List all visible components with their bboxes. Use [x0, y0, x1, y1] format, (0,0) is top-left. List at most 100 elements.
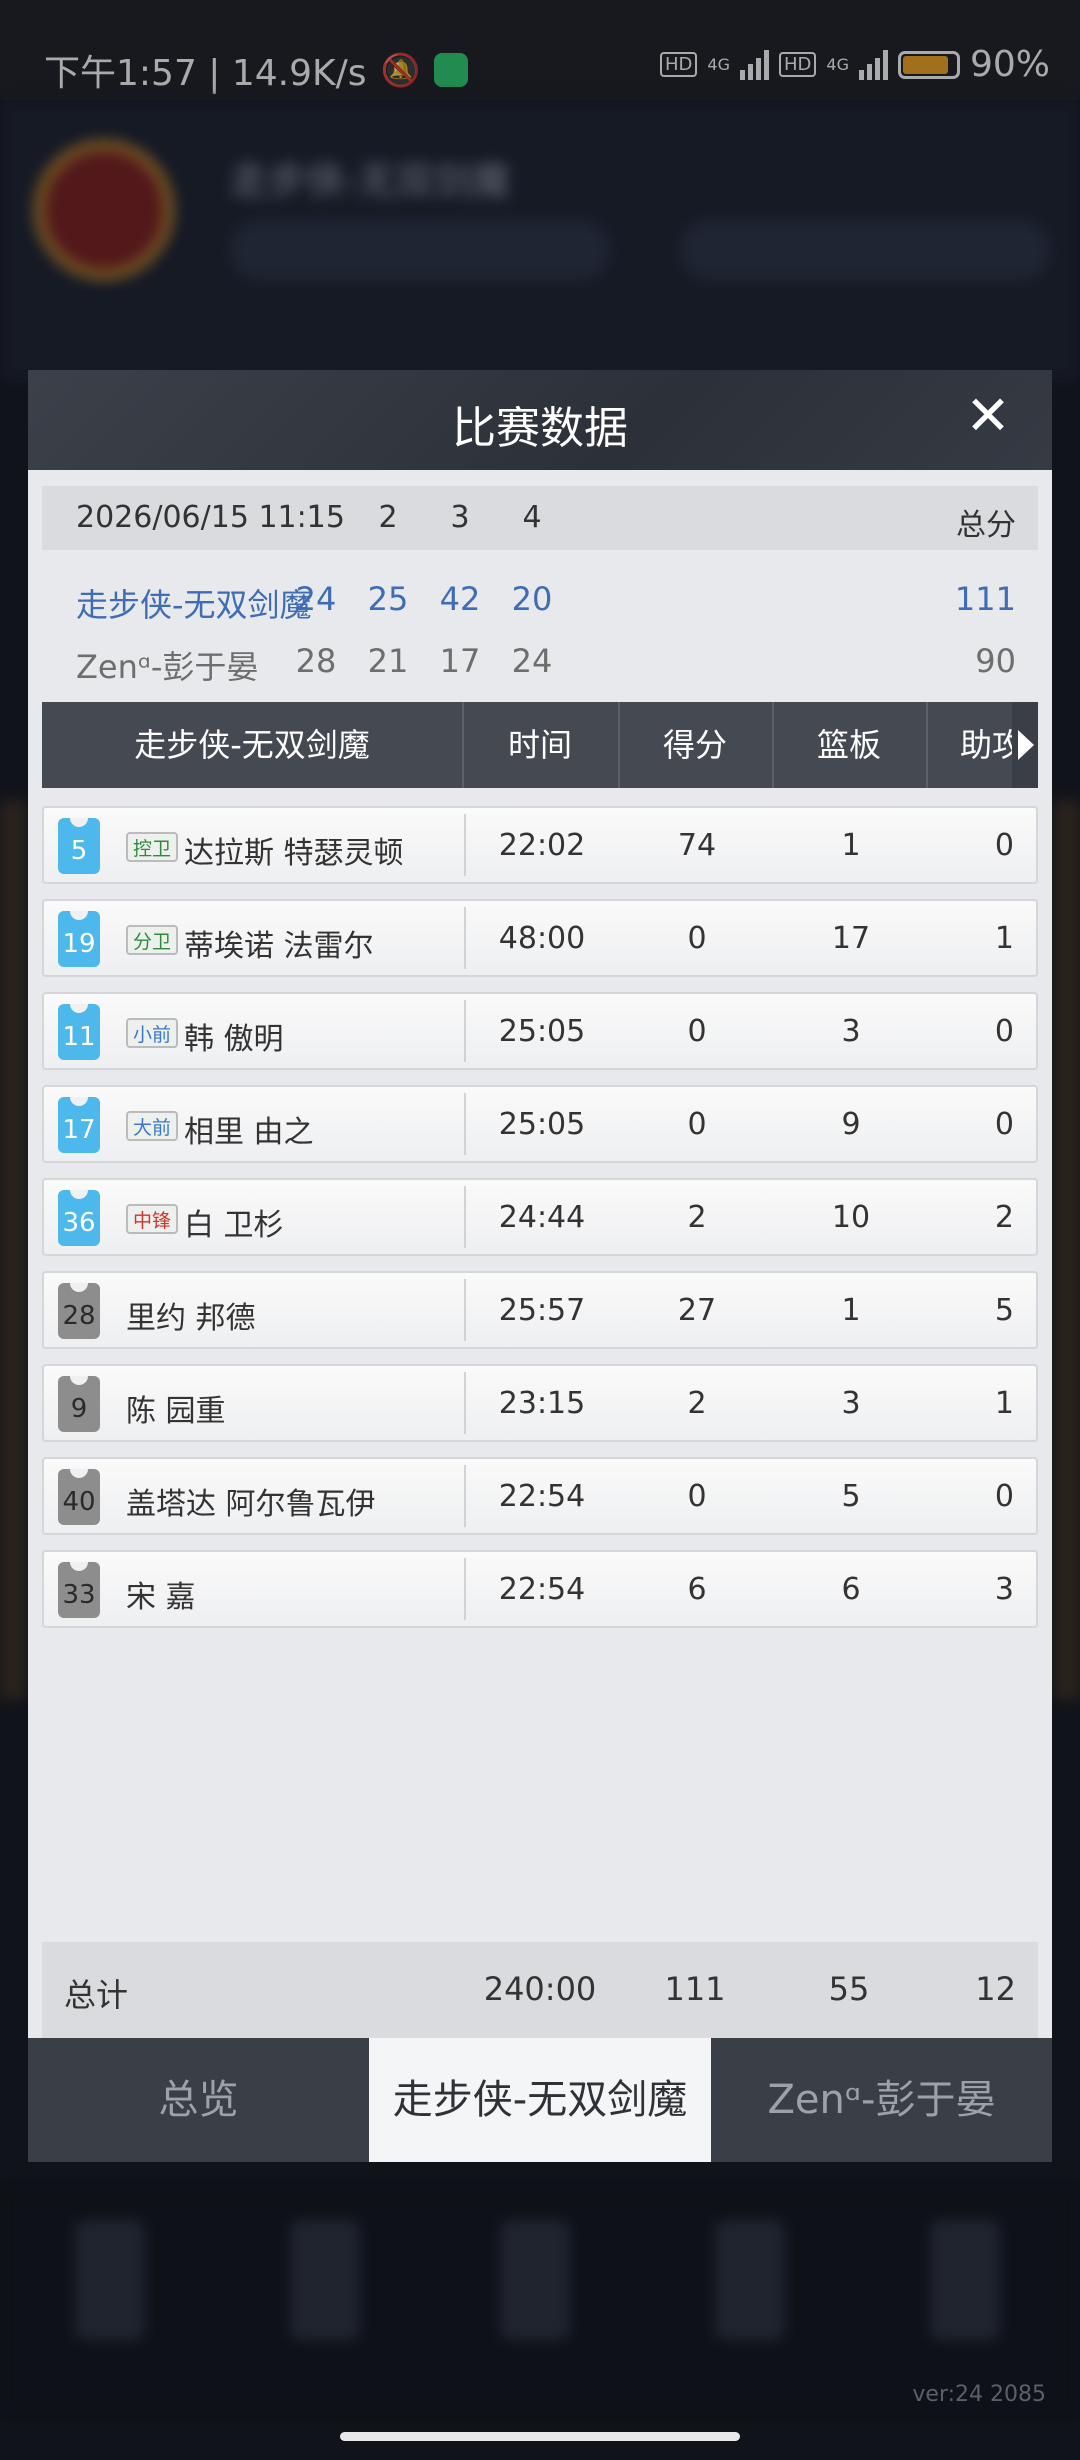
player-points: 74 [677, 828, 717, 863]
table-row[interactable]: 40 盖塔达 阿尔鲁瓦伊 22:54 0 5 0 [42, 1457, 1038, 1535]
player-rebounds: 17 [831, 921, 871, 956]
quarter-label: 4 [522, 500, 542, 535]
player-name: 韩 傲明 [184, 1022, 284, 1057]
home-indicator[interactable] [340, 2432, 740, 2441]
table-row[interactable]: 5 控卫 达拉斯 特瑟灵顿 22:02 74 1 0 [42, 806, 1038, 884]
player-assists: 1 [994, 921, 1014, 956]
home-q4: 20 [511, 580, 553, 618]
position-badge: 大前 [126, 1111, 178, 1141]
player-rebounds: 1 [841, 1293, 861, 1328]
match-stats-dialog: 比赛数据 ✕ 2026/06/15 11:15 1 2 3 4 总分 走步侠-无… [28, 370, 1052, 2162]
away-q3: 17 [439, 642, 481, 680]
player-name: 达拉斯 特瑟灵顿 [184, 836, 404, 871]
player-rebounds: 10 [831, 1200, 871, 1235]
position-badge: 中锋 [126, 1204, 178, 1234]
team-tabs: 总览 走步侠-无双剑魔 Zenᵅ-彭于晏 [28, 2038, 1052, 2162]
jersey-number-icon: 19 [58, 911, 100, 967]
player-assists: 0 [994, 1014, 1014, 1049]
column-header-time[interactable]: 时间 [462, 702, 620, 788]
totals-rebounds: 55 [828, 1970, 870, 2008]
player-rebounds: 6 [841, 1572, 861, 1607]
version-label: ver:24 2085 [912, 2382, 1046, 2407]
table-row[interactable]: 11 小前韩 傲明 25:05 0 3 0 [42, 992, 1038, 1070]
totals-row: 总计 240:00 111 55 12 [42, 1942, 1038, 2038]
home-total: 111 [954, 580, 1016, 618]
player-time: 25:05 [498, 1014, 586, 1049]
player-assists: 0 [994, 1107, 1014, 1142]
quarter-label: 1 [306, 500, 326, 535]
dialog-header: 比赛数据 ✕ [28, 370, 1052, 470]
away-total: 90 [975, 642, 1016, 680]
player-time: 25:57 [498, 1293, 586, 1328]
player-assists: 5 [994, 1293, 1014, 1328]
jersey-number-icon: 9 [58, 1376, 100, 1432]
jersey-number-icon: 28 [58, 1283, 100, 1339]
totals-assists: 12 [975, 1970, 1016, 2008]
player-time: 22:54 [498, 1572, 586, 1607]
table-row[interactable]: 28 里约 邦德 25:57 27 1 5 [42, 1271, 1038, 1349]
tab-overview[interactable]: 总览 [28, 2038, 369, 2162]
home-team-name: 走步侠-无双剑魔 [76, 586, 312, 624]
player-name: 蒂埃诺 法雷尔 [184, 929, 374, 964]
player-points: 2 [687, 1200, 707, 1235]
player-points: 0 [687, 1107, 707, 1142]
player-time: 24:44 [498, 1200, 586, 1235]
player-points: 6 [687, 1572, 707, 1607]
away-q4: 24 [511, 642, 553, 680]
player-name: 宋 嘉 [126, 1580, 196, 1615]
player-assists: 0 [994, 1479, 1014, 1514]
close-icon[interactable]: ✕ [960, 388, 1016, 444]
player-assists: 0 [994, 828, 1014, 863]
player-points: 0 [687, 1014, 707, 1049]
position-badge: 分卫 [126, 925, 178, 955]
player-rebounds: 1 [841, 828, 861, 863]
player-assists: 3 [994, 1572, 1014, 1607]
tab-away-team[interactable]: Zenᵅ-彭于晏 [711, 2038, 1052, 2162]
scoreboard-header: 2026/06/15 11:15 1 2 3 4 总分 [42, 486, 1038, 550]
player-time: 48:00 [498, 921, 586, 956]
scoreboard-home-row: 走步侠-无双剑魔 24 25 42 20 111 [42, 566, 1038, 628]
jersey-number-icon: 5 [58, 818, 100, 874]
table-row[interactable]: 33 宋 嘉 22:54 6 6 3 [42, 1550, 1038, 1628]
column-header-points[interactable]: 得分 [618, 702, 774, 788]
player-points: 0 [687, 921, 707, 956]
tab-home-team[interactable]: 走步侠-无双剑魔 [369, 2038, 711, 2162]
player-name: 相里 由之 [184, 1115, 314, 1150]
away-q2: 21 [367, 642, 409, 680]
table-row[interactable]: 9 陈 园重 23:15 2 3 1 [42, 1364, 1038, 1442]
scoreboard-away-row: Zenᵅ-彭于晏 28 21 17 24 90 [42, 628, 1038, 690]
home-q1: 24 [295, 580, 337, 618]
total-label: 总分 [956, 508, 1016, 543]
column-header-rebounds[interactable]: 篮板 [772, 702, 928, 788]
quarter-label: 3 [450, 500, 470, 535]
position-badge: 控卫 [126, 832, 178, 862]
table-row[interactable]: 17 大前 相里 由之 25:05 0 9 0 [42, 1085, 1038, 1163]
jersey-number-icon: 11 [58, 1004, 100, 1060]
scroll-right-arrow-icon[interactable] [1012, 702, 1038, 788]
player-time: 23:15 [498, 1386, 586, 1421]
player-rebounds: 5 [841, 1479, 861, 1514]
player-rebounds: 9 [841, 1107, 861, 1142]
home-q2: 25 [367, 580, 409, 618]
quarter-label: 2 [378, 500, 398, 535]
jersey-number-icon: 33 [58, 1562, 100, 1618]
player-points: 0 [687, 1479, 707, 1514]
player-assists: 1 [994, 1386, 1014, 1421]
table-row[interactable]: 19 分卫 蒂埃诺 法雷尔 48:00 0 17 1 [42, 899, 1038, 977]
player-name: 白 卫杉 [184, 1208, 284, 1243]
player-time: 25:05 [498, 1107, 586, 1142]
stats-table-header: 走步侠-无双剑魔 时间 得分 篮板 助攻 [42, 702, 1038, 788]
totals-label: 总计 [64, 1976, 129, 2014]
player-name: 盖塔达 阿尔鲁瓦伊 [126, 1487, 376, 1522]
player-name: 里约 邦德 [126, 1301, 256, 1336]
table-row[interactable]: 36 中锋白 卫杉 24:44 2 10 2 [42, 1178, 1038, 1256]
player-rebounds: 3 [841, 1386, 861, 1421]
jersey-number-icon: 40 [58, 1469, 100, 1525]
dialog-title: 比赛数据 [452, 403, 628, 454]
player-assists: 2 [994, 1200, 1014, 1235]
totals-points: 111 [664, 1970, 726, 2008]
player-name: 陈 园重 [126, 1394, 226, 1429]
jersey-number-icon: 36 [58, 1190, 100, 1246]
column-header-team: 走步侠-无双剑魔 [42, 702, 464, 788]
player-rebounds: 3 [841, 1014, 861, 1049]
